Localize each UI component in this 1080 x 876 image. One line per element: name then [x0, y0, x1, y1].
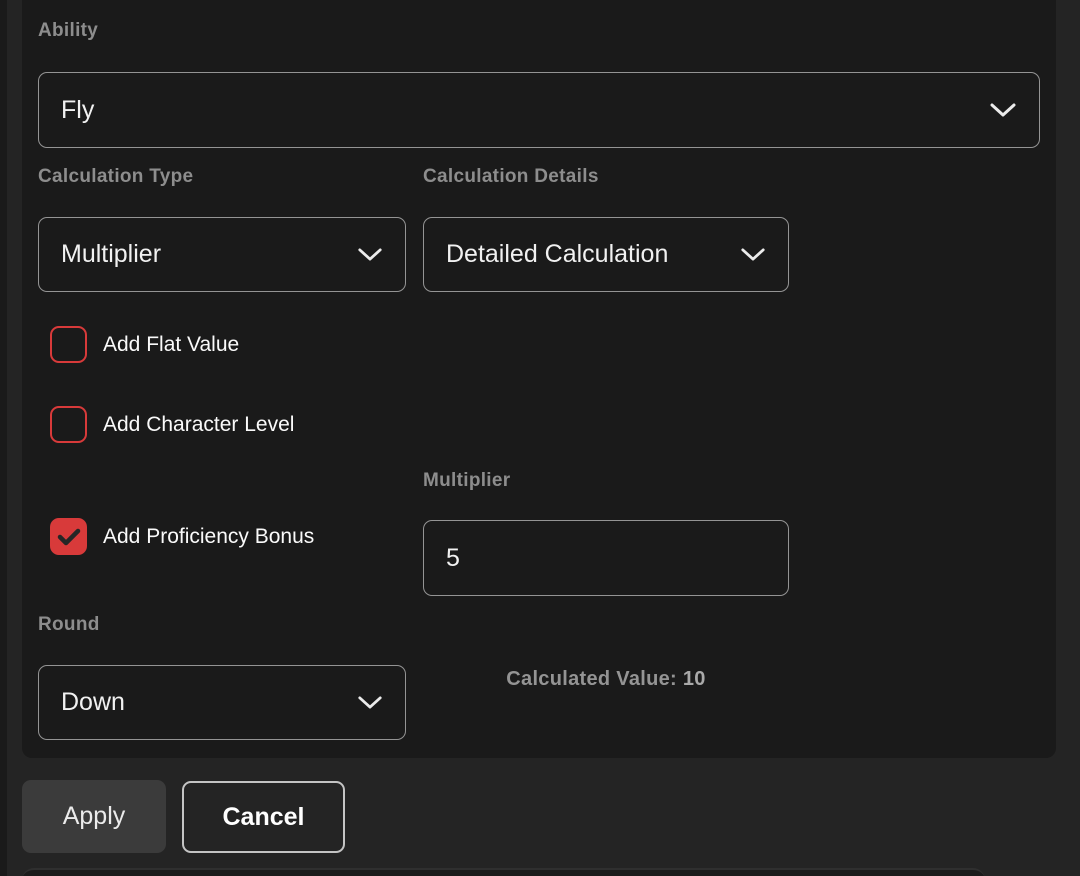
calculation-type-select-value: Multiplier [61, 240, 347, 269]
left-edge-panel [0, 0, 7, 876]
add-flat-value-checkbox[interactable] [50, 326, 87, 363]
add-proficiency-bonus-checkbox-row[interactable]: Add Proficiency Bonus [50, 518, 314, 555]
add-proficiency-bonus-label[interactable]: Add Proficiency Bonus [103, 525, 314, 549]
round-select-value: Down [61, 688, 347, 717]
cancel-button[interactable]: Cancel [182, 781, 345, 853]
calculation-type-select[interactable]: Multiplier [38, 217, 406, 292]
multiplier-label: Multiplier [423, 470, 510, 492]
calculated-value-number: 10 [683, 668, 706, 690]
chevron-down-icon [740, 247, 766, 262]
add-proficiency-bonus-checkbox[interactable] [50, 518, 87, 555]
chevron-down-icon [989, 102, 1017, 118]
ability-select-value: Fly [61, 96, 979, 125]
ability-select[interactable]: Fly [38, 72, 1040, 148]
calculation-details-select-value: Detailed Calculation [446, 240, 730, 269]
add-character-level-checkbox-row[interactable]: Add Character Level [50, 406, 294, 443]
chevron-down-icon [357, 247, 383, 262]
calculated-value: Calculated Value: 10 [423, 668, 789, 691]
add-flat-value-checkbox-row[interactable]: Add Flat Value [50, 326, 239, 363]
calculation-details-select[interactable]: Detailed Calculation [423, 217, 789, 292]
add-character-level-checkbox[interactable] [50, 406, 87, 443]
calculated-value-label: Calculated Value: [506, 668, 677, 690]
calculation-details-label: Calculation Details [423, 166, 599, 188]
calculation-type-label: Calculation Type [38, 166, 193, 188]
chevron-down-icon [357, 695, 383, 710]
round-select[interactable]: Down [38, 665, 406, 740]
checkmark-icon [57, 528, 81, 546]
next-section-panel [22, 868, 985, 876]
calculation-form-panel: Ability Fly Calculation Type Calculation… [22, 0, 1056, 758]
multiplier-input[interactable] [423, 520, 789, 596]
round-label: Round [38, 614, 100, 636]
ability-label: Ability [38, 20, 98, 42]
add-flat-value-label[interactable]: Add Flat Value [103, 333, 239, 357]
apply-button[interactable]: Apply [22, 780, 166, 853]
add-character-level-label[interactable]: Add Character Level [103, 413, 294, 437]
